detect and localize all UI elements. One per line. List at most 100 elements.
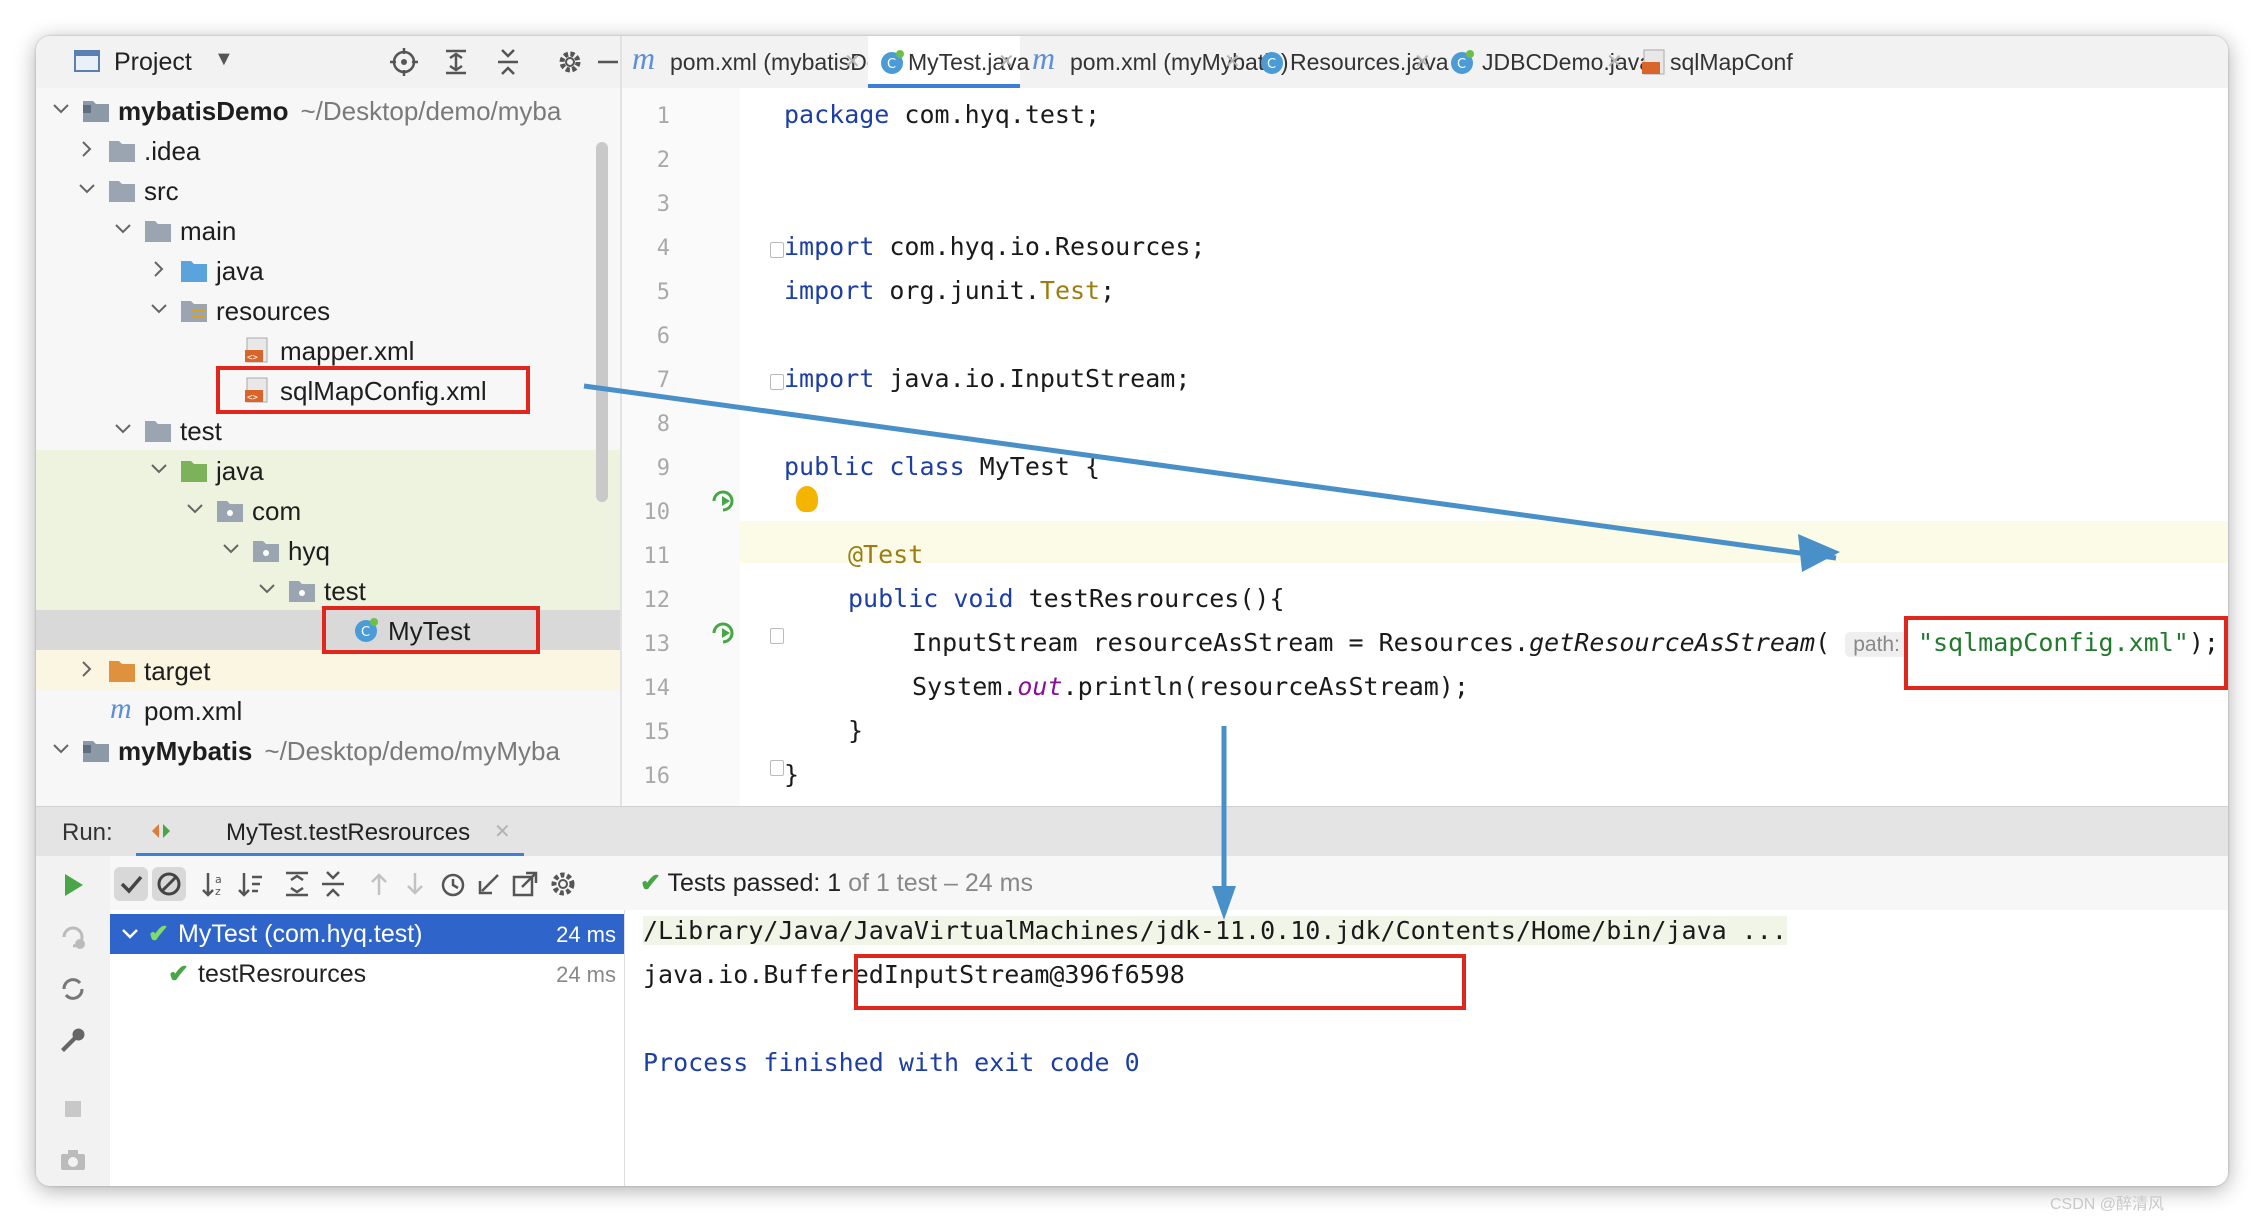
arrow-down-icon[interactable] <box>398 867 432 901</box>
chevron-right-icon[interactable] <box>76 138 98 160</box>
sort-by-duration-icon[interactable] <box>234 867 268 901</box>
test-suite-row[interactable]: ✔ MyTest (com.hyq.test) 24 ms <box>110 914 624 954</box>
minimize-icon[interactable] <box>596 46 620 78</box>
chevron-down-icon[interactable]: ▼ <box>214 48 234 71</box>
project-panel-title[interactable]: Project <box>114 48 192 77</box>
expand-all-icon[interactable] <box>280 867 314 901</box>
tree-item-pom-xml[interactable]: m pom.xml <box>36 690 620 730</box>
tab-pom-mybatisdemo[interactable]: m pom.xml (mybatisDemo) ✕ <box>622 36 919 88</box>
xml-file-icon <box>1642 49 1665 75</box>
tree-item-idea[interactable]: .idea <box>36 130 620 170</box>
tree-item-target[interactable]: target <box>36 650 620 690</box>
chevron-right-icon[interactable] <box>148 258 170 280</box>
fold-marker[interactable] <box>770 760 784 776</box>
chevron-right-icon[interactable] <box>76 658 98 680</box>
line-number: 14 <box>643 676 671 701</box>
chevron-down-icon[interactable] <box>148 298 170 320</box>
tree-item-mapper-xml[interactable]: <> mapper.xml <box>36 330 620 370</box>
tab-pom-mymybatis[interactable]: m pom.xml (myMybatis) ✕ <box>1022 36 1289 88</box>
tree-item-test[interactable]: test <box>36 410 620 450</box>
line-number: 7 <box>656 368 670 393</box>
tree-vertical-scrollbar[interactable] <box>596 142 608 502</box>
chevron-down-icon[interactable] <box>50 738 72 760</box>
fold-marker[interactable] <box>770 628 784 644</box>
tree-item-src[interactable]: src <box>36 170 620 210</box>
camera-icon[interactable] <box>56 1144 90 1178</box>
tree-item-main-java[interactable]: java <box>36 250 620 290</box>
code-text: .println(resourceAsStream); <box>1062 672 1469 701</box>
import-tests-icon[interactable] <box>472 867 506 901</box>
close-icon[interactable]: ✕ <box>998 49 1015 74</box>
tree-item-hyq[interactable]: hyq <box>36 530 620 570</box>
highlight-box-sqlmapconfig <box>216 366 530 414</box>
chevron-down-icon[interactable] <box>148 458 170 480</box>
code-text: testResrources(){ <box>1013 584 1285 613</box>
tree-item-label: test <box>324 576 366 606</box>
tree-item-test-package[interactable]: test <box>36 570 620 610</box>
tree-item-label: main <box>180 216 237 246</box>
package-icon <box>289 581 315 602</box>
tab-jdbcdemo-java[interactable]: C JDBCDemo.java ✕ <box>1438 36 1652 88</box>
close-icon[interactable]: ✕ <box>1606 49 1623 74</box>
close-icon[interactable]: ✕ <box>494 819 511 844</box>
show-ignored-icon[interactable] <box>152 867 186 901</box>
chevron-down-icon[interactable] <box>120 924 140 944</box>
expand-all-icon[interactable] <box>440 46 472 78</box>
tree-item-com[interactable]: com <box>36 490 620 530</box>
toggle-auto-test-icon[interactable] <box>56 972 90 1006</box>
line-number: 10 <box>643 500 671 525</box>
wrench-icon[interactable] <box>56 1024 90 1058</box>
rerun-icon[interactable] <box>56 868 90 902</box>
tree-item-label: java <box>216 256 264 286</box>
annotation-text: @Test <box>848 540 924 569</box>
tab-run-config[interactable]: MyTest.testResrources ✕ <box>136 807 524 857</box>
test-method-row[interactable]: ✔ testResrources 24 ms <box>110 954 624 994</box>
tree-item-label: resources <box>216 296 331 326</box>
close-icon[interactable]: ✕ <box>1414 49 1431 74</box>
close-icon[interactable]: ✕ <box>1224 49 1241 74</box>
code-line-9: public class MyTest { <box>784 452 1100 481</box>
rerun-failed-icon[interactable] <box>56 920 90 954</box>
chevron-down-icon[interactable] <box>112 218 134 240</box>
line-number: 9 <box>656 456 670 481</box>
run-gutter-icon[interactable] <box>710 620 736 646</box>
tree-item-mybatisdemo[interactable]: mybatisDemo ~/Desktop/demo/myba <box>36 90 620 130</box>
fold-marker[interactable] <box>770 242 784 258</box>
history-icon[interactable] <box>436 867 470 901</box>
tree-item-mymybatis[interactable]: myMybatis ~/Desktop/demo/myMyba <box>36 730 620 770</box>
console-output[interactable]: /Library/Java/JavaVirtualMachines/jdk-11… <box>625 910 2228 1186</box>
sort-alphabetically-icon[interactable]: az <box>198 867 232 901</box>
chevron-down-icon[interactable] <box>256 578 278 600</box>
tab-mytest-java[interactable]: C MyTest.java ✕ <box>868 36 1029 88</box>
chevron-down-icon[interactable] <box>50 98 72 120</box>
svg-text:C: C <box>1457 57 1466 72</box>
run-gutter-icon[interactable] <box>710 488 736 514</box>
tab-sqlmapconfig[interactable]: sqlMapConf <box>1630 36 1830 88</box>
line-number: 11 <box>643 544 671 569</box>
intention-bulb-icon[interactable] <box>796 486 818 512</box>
tab-resources-java[interactable]: C Resources.java ✕ <box>1248 36 1449 88</box>
chevron-down-icon[interactable] <box>112 418 134 440</box>
chevron-down-icon[interactable] <box>184 498 206 520</box>
keyword: import <box>784 276 875 305</box>
locate-icon[interactable] <box>388 46 420 78</box>
gear-icon[interactable] <box>554 46 586 78</box>
chevron-down-icon[interactable] <box>220 538 242 560</box>
code-editor[interactable]: 1 2 3 4 5 6 7 8 9 10 11 12 13 14 15 16 p… <box>622 88 2228 806</box>
collapse-all-icon[interactable] <box>492 46 524 78</box>
gear-icon[interactable] <box>546 867 580 901</box>
keyword: public class <box>784 452 965 481</box>
show-passed-icon[interactable] <box>114 867 148 901</box>
fold-marker[interactable] <box>770 374 784 390</box>
tree-item-resources[interactable]: resources <box>36 290 620 330</box>
tree-item-main[interactable]: main <box>36 210 620 250</box>
arrow-up-icon[interactable] <box>362 867 396 901</box>
tree-item-test-java[interactable]: java <box>36 450 620 490</box>
collapse-all-icon[interactable] <box>316 867 350 901</box>
stop-icon[interactable] <box>56 1092 90 1126</box>
module-folder-icon <box>83 741 109 762</box>
close-icon[interactable]: ✕ <box>844 49 861 74</box>
console-line-exit: Process finished with exit code 0 <box>643 1048 1140 1077</box>
chevron-down-icon[interactable] <box>76 178 98 200</box>
export-tests-icon[interactable] <box>508 867 542 901</box>
